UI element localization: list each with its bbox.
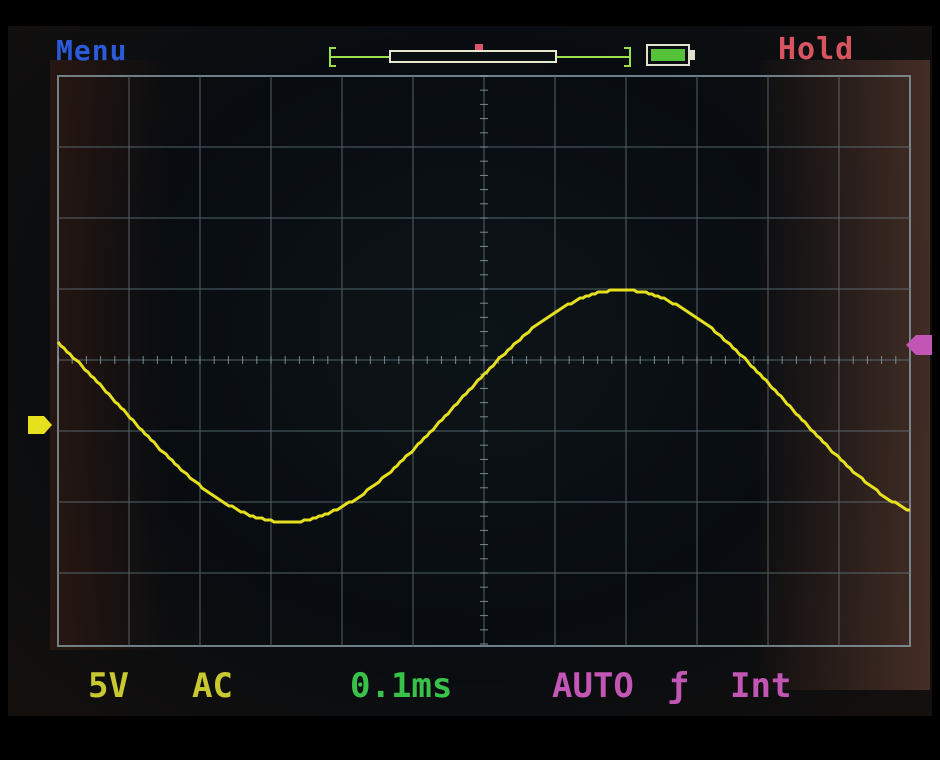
- trigger-mode-label[interactable]: AUTO: [552, 666, 634, 706]
- trigger-level-marker[interactable]: [904, 334, 932, 356]
- trigger-edge-icon[interactable]: ƒ: [668, 666, 688, 706]
- channel-ground-marker[interactable]: [28, 414, 54, 436]
- time-per-div-label[interactable]: 0.1ms: [350, 666, 452, 706]
- trigger-source-label[interactable]: Int: [730, 666, 791, 706]
- coupling-label[interactable]: AC: [192, 666, 233, 706]
- volts-per-div-label[interactable]: 5V: [88, 666, 129, 706]
- scope-plot: [56, 75, 911, 647]
